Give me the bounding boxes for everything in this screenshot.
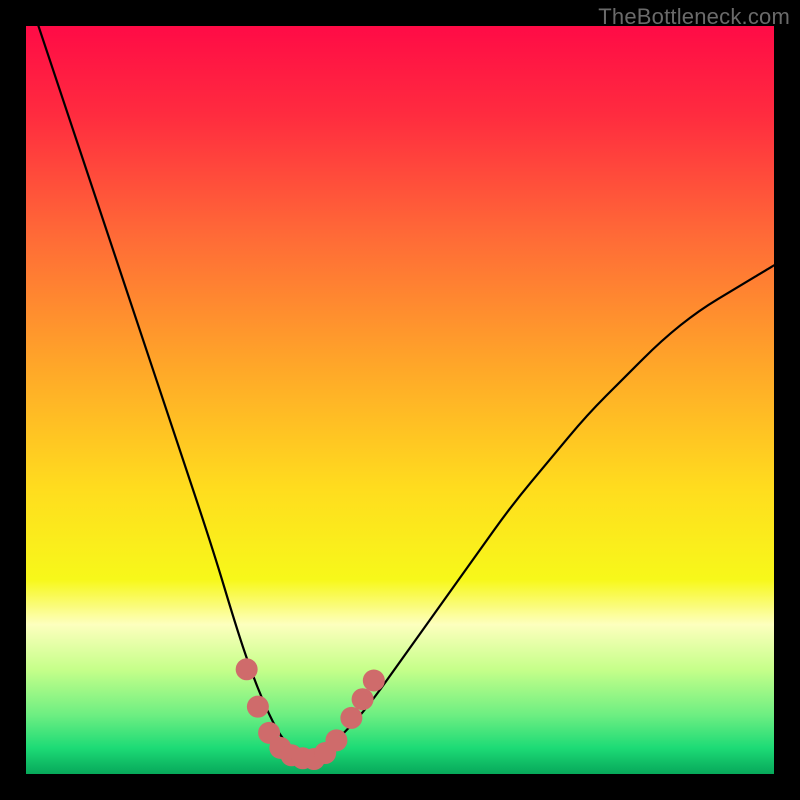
highlight-dot <box>352 688 374 710</box>
bottleneck-chart <box>26 26 774 774</box>
highlight-dot <box>363 670 385 692</box>
highlight-dot <box>325 729 347 751</box>
chart-frame: TheBottleneck.com <box>0 0 800 800</box>
highlight-dot <box>247 696 269 718</box>
watermark-text: TheBottleneck.com <box>598 4 790 30</box>
highlight-dot <box>236 658 258 680</box>
highlight-dot <box>340 707 362 729</box>
plot-area <box>26 26 774 774</box>
